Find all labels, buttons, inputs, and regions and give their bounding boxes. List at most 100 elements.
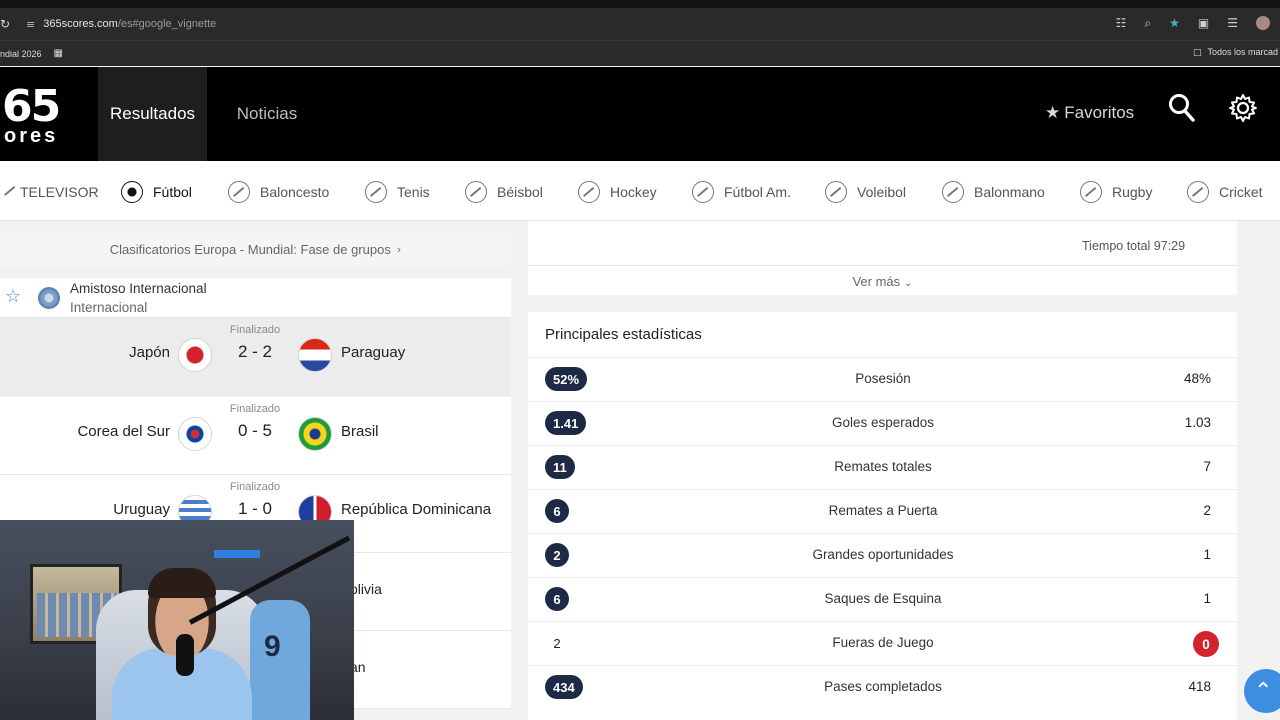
favorites-label: Favoritos: [1064, 103, 1135, 122]
stat-name: Saques de Esquina: [824, 591, 942, 606]
sport-label: Tenis: [397, 184, 430, 200]
site-settings-icon[interactable]: ≡: [26, 18, 35, 31]
home-stat-badge: 11: [545, 455, 575, 479]
match-row[interactable]: Finalizado Corea del Sur 0 - 5 Brasil: [0, 397, 511, 475]
see-more-button[interactable]: Ver más ⌄: [528, 274, 1237, 289]
stats-card: Principales estadísticas 52% Posesión 48…: [528, 312, 1237, 720]
url-path: /es#google_vignette: [117, 18, 217, 30]
competition-label: Clasificatorios Europa - Mundial: Fase d…: [109, 241, 391, 257]
url-text[interactable]: 365scores.com/es#google_vignette: [43, 18, 216, 30]
match-row[interactable]: Finalizado Japón 2 - 2 Paraguay: [0, 318, 511, 396]
match-score: 1 - 0: [237, 499, 273, 518]
chevron-up-icon: ⌃: [1254, 678, 1273, 704]
baseball-icon: [465, 181, 487, 203]
tennis-icon: [365, 181, 387, 203]
competition-link[interactable]: Clasificatorios Europa - Mundial: Fase d…: [0, 232, 511, 266]
match-score: 0 - 5: [237, 421, 273, 440]
stat-name: Fueras de Juego: [832, 635, 934, 650]
match-status: Finalizado: [229, 481, 281, 493]
away-team: olivia: [350, 581, 382, 597]
handball-icon: [942, 181, 964, 203]
divider: [528, 265, 1237, 266]
site-logo[interactable]: 65 ores: [0, 81, 80, 147]
sport-baloncesto[interactable]: Baloncesto: [228, 181, 329, 203]
gear-icon[interactable]: [1228, 93, 1258, 127]
bookmark-item[interactable]: ndial 2026: [0, 49, 42, 59]
brazil-flag-icon: [298, 417, 332, 451]
sport-label: Rugby: [1112, 184, 1153, 200]
home-team: Corea del Sur: [77, 423, 170, 440]
translate-icon[interactable]: ☷: [1116, 16, 1127, 31]
sport-futbol-americano[interactable]: Fútbol Am.: [692, 181, 791, 203]
rugby-icon: [1080, 181, 1102, 203]
apps-grid-icon[interactable]: ▦: [54, 48, 63, 59]
basketball-icon: [228, 181, 250, 203]
all-bookmarks[interactable]: □ Todos los marcad: [1193, 47, 1278, 58]
match-status: Finalizado: [229, 324, 281, 336]
extensions-icon[interactable]: ▣: [1198, 16, 1209, 31]
chevron-right-icon: ›: [396, 242, 402, 256]
sport-label: Voleibol: [857, 184, 907, 200]
microphone: [176, 634, 194, 676]
favorites-button[interactable]: ★ Favoritos: [1045, 103, 1134, 123]
scroll-to-top-button[interactable]: ⌃: [1244, 669, 1280, 713]
stat-row: 52% Posesión 48%: [528, 357, 1237, 401]
total-time: Tiempo total 97:29: [1082, 239, 1186, 253]
japan-flag-icon: [178, 338, 212, 372]
see-more-label: Ver más: [852, 274, 901, 289]
sport-futbol[interactable]: Fútbol: [121, 181, 192, 203]
tab-resultados[interactable]: Resultados: [98, 67, 207, 161]
stat-row: 6 Remates a Puerta 2: [528, 489, 1237, 533]
sport-label: Cricket: [1219, 184, 1263, 200]
hockey-icon: [578, 181, 600, 203]
streamer-hair: [148, 568, 216, 598]
reload-icon[interactable]: ↻: [0, 17, 12, 31]
sport-televisor[interactable]: TELEVISOR: [0, 181, 99, 203]
stat-name: Remates a Puerta: [828, 503, 938, 518]
zoom-icon[interactable]: ⌕: [1144, 16, 1151, 31]
favorite-star-icon[interactable]: ☆: [5, 286, 21, 307]
search-icon[interactable]: [1168, 93, 1196, 127]
sport-rugby[interactable]: Rugby: [1080, 181, 1152, 203]
sport-label: Balonmano: [974, 184, 1045, 200]
sport-balonmano[interactable]: Balonmano: [942, 181, 1045, 203]
stat-name: Posesión: [855, 371, 911, 386]
profile-avatar[interactable]: [1256, 16, 1270, 30]
tab-noticias[interactable]: Noticias: [222, 67, 312, 161]
address-bar[interactable]: ↻ ≡ 365scores.com/es#google_vignette ☷ ⌕…: [0, 8, 1280, 40]
sport-tenis[interactable]: Tenis: [365, 181, 430, 203]
league-header[interactable]: ☆ Amistoso Internacional Internacional: [0, 278, 511, 318]
home-stat-badge: 1.41: [545, 411, 587, 435]
away-stat-badge: 0: [1193, 631, 1219, 657]
sport-label: Fútbol Am.: [724, 184, 791, 200]
reading-list-icon[interactable]: ☰: [1227, 16, 1238, 31]
url-domain: 365scores.com: [43, 18, 118, 30]
away-stat-value: 1: [1203, 547, 1211, 562]
american-football-icon: [692, 181, 714, 203]
home-stat-badge: 2: [545, 543, 569, 567]
away-team: Brasil: [341, 423, 379, 440]
paraguay-flag-icon: [298, 338, 332, 372]
stat-row: 2 Grandes oportunidades 1: [528, 533, 1237, 577]
away-stat-value: 1: [1203, 591, 1211, 606]
match-score: 2 - 2: [237, 342, 273, 361]
jersey-number: 9: [264, 630, 281, 663]
away-stat-value: 2: [1203, 503, 1211, 518]
stat-name: Remates totales: [834, 459, 932, 474]
sport-hockey[interactable]: Hockey: [578, 181, 657, 203]
sport-beisbol[interactable]: Béisbol: [465, 181, 543, 203]
site-header: 65 ores Resultados Noticias ★ Favoritos: [0, 67, 1280, 161]
south-korea-flag-icon: [178, 417, 212, 451]
sports-nav: TELEVISOR Fútbol Baloncesto Tenis Béisbo…: [0, 161, 1280, 221]
webcam-overlay: 9: [0, 520, 354, 720]
bookmark-star-icon[interactable]: ★: [1169, 16, 1180, 31]
volleyball-icon: [825, 181, 847, 203]
sport-voleibol[interactable]: Voleibol: [825, 181, 906, 203]
all-bookmarks-label: Todos los marcad: [1207, 47, 1278, 57]
league-name: Amistoso Internacional: [70, 281, 207, 296]
sport-cricket[interactable]: Cricket: [1187, 181, 1263, 203]
star-icon: ★: [1045, 103, 1061, 123]
browser-tab-strip: [0, 0, 1280, 8]
sport-label: Fútbol: [153, 184, 192, 200]
soccer-ball-icon: [121, 181, 143, 203]
